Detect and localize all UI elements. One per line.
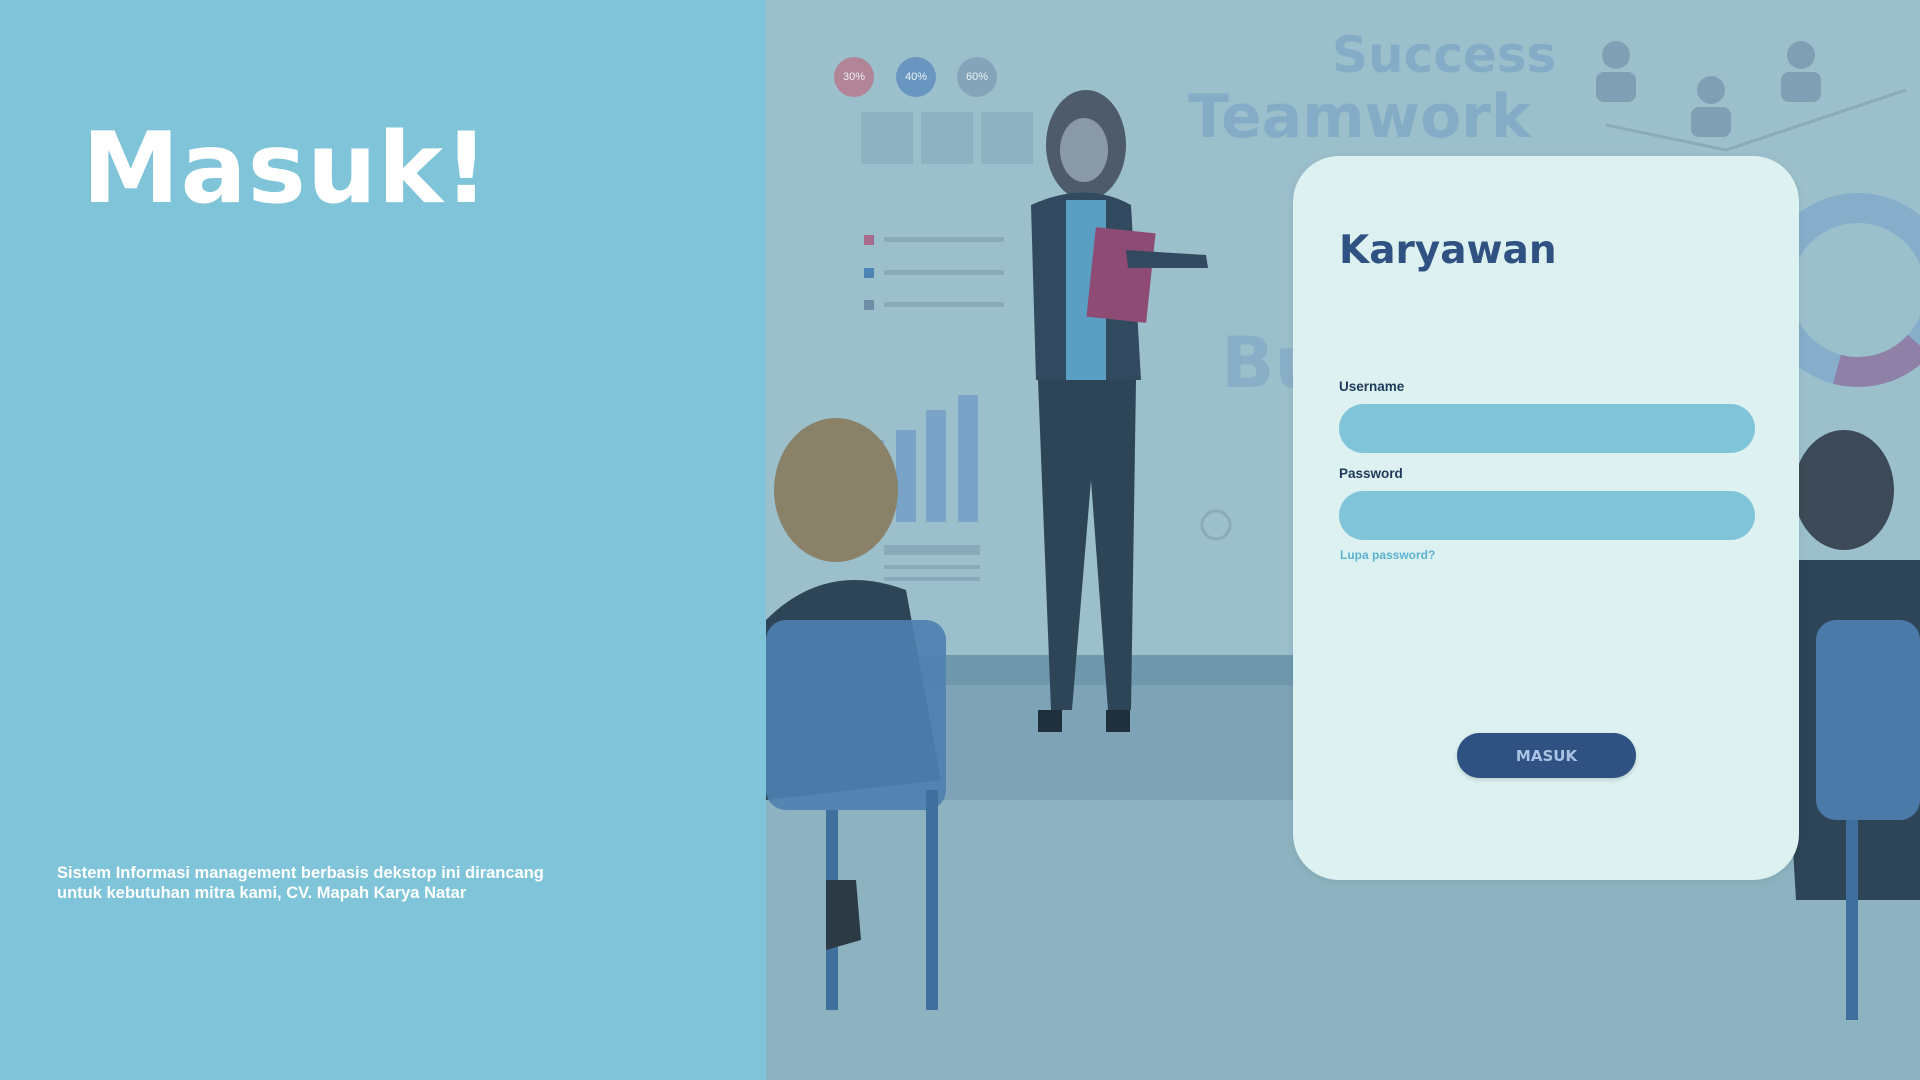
username-label: Username — [1339, 379, 1405, 394]
percent-badge: 40% — [896, 57, 936, 97]
description-line-1: Sistem Informasi management berbasis dek… — [57, 864, 544, 882]
login-card: Karyawan Username Password Lupa password… — [1293, 156, 1799, 880]
password-input[interactable] — [1339, 491, 1755, 540]
left-panel: Masuk! Sistem Informasi management berba… — [0, 0, 766, 1080]
background-headline-teamwork: Teamwork — [1188, 82, 1531, 152]
login-submit-button[interactable]: MASUK — [1457, 733, 1636, 778]
login-card-title: Karyawan — [1339, 228, 1557, 273]
percent-badge: 60% — [957, 57, 997, 97]
page-title: Masuk! — [82, 112, 490, 226]
forgot-password-link[interactable]: Lupa password? — [1340, 548, 1435, 562]
app-description: Sistem Informasi management berbasis dek… — [57, 863, 617, 903]
description-line-2: untuk kebutuhan mitra kami, CV. Mapah Ka… — [57, 884, 467, 902]
username-input[interactable] — [1339, 404, 1755, 453]
percent-badge: 30% — [834, 57, 874, 97]
password-label: Password — [1339, 466, 1403, 481]
background-headline-success: Success — [1332, 26, 1557, 84]
